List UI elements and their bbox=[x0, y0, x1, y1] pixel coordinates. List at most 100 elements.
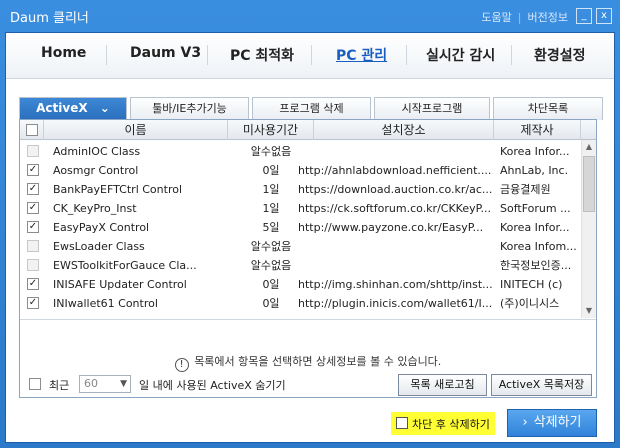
header-select-all bbox=[20, 120, 44, 140]
table-row[interactable]: ✓ BankPayEFTCtrl Control 1일 https://downloa… bbox=[20, 180, 581, 199]
nav-divider bbox=[207, 45, 208, 65]
check-icon: ✓ bbox=[28, 164, 38, 175]
check-icon: ✓ bbox=[28, 297, 38, 308]
close-button[interactable]: x bbox=[596, 8, 612, 24]
subtab-startup[interactable]: 시작프로그램 bbox=[374, 97, 490, 120]
row-checkbox bbox=[27, 145, 39, 157]
footer-info-icon: ! bbox=[20, 417, 34, 431]
row-checkbox[interactable]: ✓ bbox=[27, 202, 39, 214]
cell-install-location: http://www.payzone.co.kr/EasyP... bbox=[298, 221, 484, 234]
block-then-delete-checkbox[interactable] bbox=[396, 417, 408, 429]
cell-maker: Korea Infom... bbox=[500, 240, 577, 253]
table-row[interactable]: ✓ INIwallet61 Control 0일 http://plugin.inic… bbox=[20, 294, 581, 313]
activex-table: 이름 미사용기간 설치장소 제작사 AdminIOC Class 알수없음 Kore… bbox=[19, 119, 597, 398]
cell-install-location: http://ahnlabdownload.nefficient.... bbox=[298, 164, 492, 177]
detail-hint-text: 목록에서 항목을 선택하면 상세정보를 볼 수 있습니다. bbox=[194, 355, 442, 368]
subtab-toolbar[interactable]: 툴바/IE추가기능 bbox=[130, 97, 249, 120]
cell-install-location: http://img.shinhan.com/shttp/inst... bbox=[298, 278, 493, 291]
row-checkbox[interactable]: ✓ bbox=[27, 278, 39, 290]
table-row[interactable]: EWSToolkitForGauce Cla... 알수없음 한국정보인증... bbox=[20, 256, 581, 275]
save-activex-list-button[interactable]: ActiveX 목록저장 bbox=[491, 374, 592, 396]
table-scrollbar[interactable]: ▲ ▼ bbox=[581, 140, 596, 318]
days-value: 60 bbox=[84, 377, 98, 390]
subtab-activex-label: ActiveX bbox=[36, 101, 88, 115]
chevron-down-icon: ▼ bbox=[120, 379, 127, 389]
hide-recent-checkbox[interactable] bbox=[29, 378, 41, 390]
cell-install-location: http://plugin.inicis.com/wallet61/I... bbox=[298, 297, 493, 310]
info-icon: ! bbox=[174, 358, 189, 372]
check-icon: ✓ bbox=[28, 278, 38, 289]
header-install-location[interactable]: 설치장소 bbox=[314, 120, 494, 140]
cell-maker: INITECH (c) bbox=[500, 278, 563, 291]
footer-bar: ! 최근 삭제일 | 최근 정리 기록이 없습니다. 차단 후 삭제하기 › 삭제… bbox=[0, 404, 620, 448]
cell-install-location bbox=[298, 256, 494, 275]
cell-maker: SoftForum ... bbox=[500, 202, 571, 215]
version-info-link[interactable]: 버전정보 bbox=[528, 11, 568, 24]
help-link[interactable]: 도움말 bbox=[481, 11, 511, 24]
delete-button[interactable]: › 삭제하기 bbox=[507, 409, 597, 437]
tab-pc-manage[interactable]: PC 관리 bbox=[336, 45, 387, 65]
cell-name: BankPayEFTCtrl Control bbox=[53, 183, 183, 196]
chevron-down-icon: ⌄ bbox=[99, 101, 110, 115]
tab-daum-v3[interactable]: Daum V3 bbox=[130, 45, 201, 61]
nav-divider bbox=[311, 45, 312, 65]
tab-settings[interactable]: 환경설정 bbox=[534, 45, 586, 65]
table-header: 이름 미사용기간 설치장소 제작사 bbox=[20, 120, 596, 140]
cell-name: INISAFE Updater Control bbox=[53, 278, 187, 291]
table-row[interactable]: ✓ INISAFE Updater Control 0일 http://img.shi… bbox=[20, 275, 581, 294]
window-title: Daum 클리너 bbox=[10, 11, 89, 26]
table-row[interactable]: ✓ CK_KeyPro_Inst 1일 https://ck.softforum.co… bbox=[20, 199, 581, 218]
sub-tabs: ActiveX ⌄ 툴바/IE추가기능 프로그램 삭제 시작프로그램 차단목록 bbox=[19, 97, 603, 120]
tab-realtime-monitor[interactable]: 실시간 감시 bbox=[426, 45, 495, 65]
cell-name: EWSToolkitForGauce Cla... bbox=[53, 259, 197, 272]
scroll-up-icon[interactable]: ▲ bbox=[582, 140, 596, 154]
row-checkbox[interactable]: ✓ bbox=[27, 164, 39, 176]
table-row[interactable]: EwsLoader Class 알수없음 Korea Infom... bbox=[20, 237, 581, 256]
cell-maker: 금융결제원 bbox=[500, 183, 551, 196]
cell-name: INIwallet61 Control bbox=[53, 297, 158, 310]
cell-install-location bbox=[298, 237, 494, 256]
block-delete-option[interactable]: 차단 후 삭제하기 bbox=[391, 412, 495, 435]
chevron-right-icon: › bbox=[522, 415, 528, 430]
days-select[interactable]: 60 ▼ bbox=[79, 375, 131, 393]
check-icon: ✓ bbox=[28, 202, 38, 213]
cell-name: AdminIOC Class bbox=[53, 145, 141, 158]
cell-maker: AhnLab, Inc. bbox=[500, 164, 569, 177]
tab-home[interactable]: Home bbox=[41, 45, 86, 61]
cell-install-location: https://download.auction.co.kr/ac... bbox=[298, 183, 493, 196]
cell-maker: 한국정보인증... bbox=[500, 259, 572, 272]
scroll-thumb[interactable] bbox=[583, 156, 595, 212]
cell-install-location bbox=[298, 142, 494, 161]
close-icon: x bbox=[601, 10, 607, 21]
row-checkbox[interactable]: ✓ bbox=[27, 221, 39, 233]
cell-maker: (주)이니시스 bbox=[500, 297, 560, 310]
title-bar[interactable]: Daum 클리너 도움말 | 버전정보 _ x bbox=[0, 0, 620, 30]
title-links: 도움말 | 버전정보 bbox=[481, 9, 568, 25]
subtab-blocklist[interactable]: 차단목록 bbox=[493, 97, 603, 120]
link-separator: | bbox=[517, 11, 522, 24]
row-checkbox bbox=[27, 240, 39, 252]
row-checkbox bbox=[27, 259, 39, 271]
table-row[interactable]: AdminIOC Class 알수없음 Korea Infor... bbox=[20, 142, 581, 161]
header-name[interactable]: 이름 bbox=[44, 120, 228, 140]
main-nav: Home Daum V3 PC 최적화 PC 관리 실시간 감시 환경설정 bbox=[6, 33, 614, 79]
subtab-uninstall[interactable]: 프로그램 삭제 bbox=[252, 97, 371, 120]
header-unused-period[interactable]: 미사용기간 bbox=[228, 120, 314, 140]
refresh-list-button[interactable]: 목록 새로고침 bbox=[398, 374, 487, 396]
header-maker[interactable]: 제작사 bbox=[494, 120, 581, 140]
cell-maker: Korea Infor... bbox=[500, 221, 570, 234]
table-row[interactable]: ✓ Aosmgr Control 0일 http://ahnlabdownload.n… bbox=[20, 161, 581, 180]
table-row[interactable]: ✓ EasyPayX Control 5일 http://www.payzone.co… bbox=[20, 218, 581, 237]
minimize-icon: _ bbox=[581, 10, 587, 21]
block-then-delete-label: 차단 후 삭제하기 bbox=[412, 418, 490, 431]
tab-pc-optimize[interactable]: PC 최적화 bbox=[230, 45, 294, 65]
row-checkbox[interactable]: ✓ bbox=[27, 297, 39, 309]
cell-maker: Korea Infor... bbox=[500, 145, 570, 158]
row-checkbox[interactable]: ✓ bbox=[27, 183, 39, 195]
cell-name: Aosmgr Control bbox=[53, 164, 139, 177]
scroll-down-icon[interactable]: ▼ bbox=[582, 304, 596, 318]
minimize-button[interactable]: _ bbox=[576, 8, 592, 24]
select-all-checkbox[interactable] bbox=[26, 124, 38, 136]
filter-bar: 최근 60 ▼ 일 내에 사용된 ActiveX 숨기기 목록 새로고침 Act… bbox=[19, 372, 597, 398]
subtab-activex[interactable]: ActiveX ⌄ bbox=[19, 97, 127, 120]
